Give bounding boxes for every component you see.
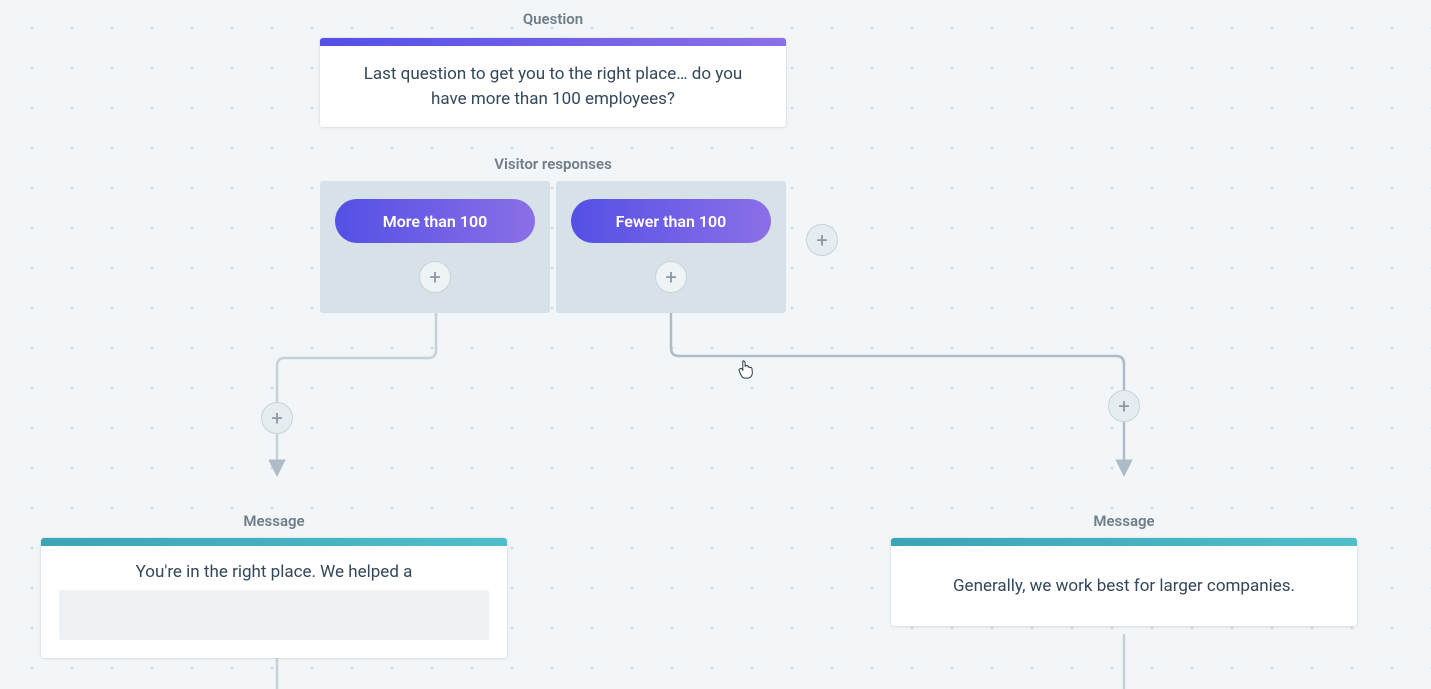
add-after-response-1[interactable]: + <box>655 261 687 293</box>
add-after-response-0[interactable]: + <box>419 261 451 293</box>
question-card[interactable]: Last question to get you to the right pl… <box>320 38 786 127</box>
question-card-accent <box>320 38 786 46</box>
plus-icon: + <box>1118 396 1129 416</box>
message-left-label: Message <box>41 512 507 530</box>
message-right-label: Message <box>891 512 1357 530</box>
response-pill-1-label: Fewer than 100 <box>616 212 727 231</box>
response-option-1[interactable]: Fewer than 100 + <box>556 181 786 313</box>
response-pill-0[interactable]: More than 100 <box>335 199 535 243</box>
message-right-accent <box>891 538 1357 546</box>
plus-icon: + <box>665 267 676 287</box>
responses-label: Visitor responses <box>320 155 786 173</box>
pointer-cursor-icon <box>737 360 755 380</box>
add-node-left-connector[interactable]: + <box>261 402 293 434</box>
responses-container: More than 100 + Fewer than 100 + <box>320 181 786 313</box>
question-label: Question <box>320 10 786 28</box>
message-left-accent <box>41 538 507 546</box>
message-left-card[interactable]: You're in the right place. We helped a <box>41 538 507 658</box>
plus-icon: + <box>429 267 440 287</box>
message-left-text: You're in the right place. We helped a <box>59 562 489 582</box>
response-pill-0-label: More than 100 <box>383 212 487 231</box>
response-pill-1[interactable]: Fewer than 100 <box>571 199 771 243</box>
response-option-0[interactable]: More than 100 + <box>320 181 550 313</box>
message-left-placeholder <box>59 590 489 640</box>
plus-icon: + <box>271 408 282 428</box>
add-response-button[interactable]: + <box>806 224 838 256</box>
add-node-right-connector[interactable]: + <box>1108 390 1140 422</box>
message-right-card[interactable]: Generally, we work best for larger compa… <box>891 538 1357 626</box>
question-text: Last question to get you to the right pl… <box>320 46 786 127</box>
message-right-text: Generally, we work best for larger compa… <box>915 576 1333 596</box>
plus-icon: + <box>816 230 827 250</box>
